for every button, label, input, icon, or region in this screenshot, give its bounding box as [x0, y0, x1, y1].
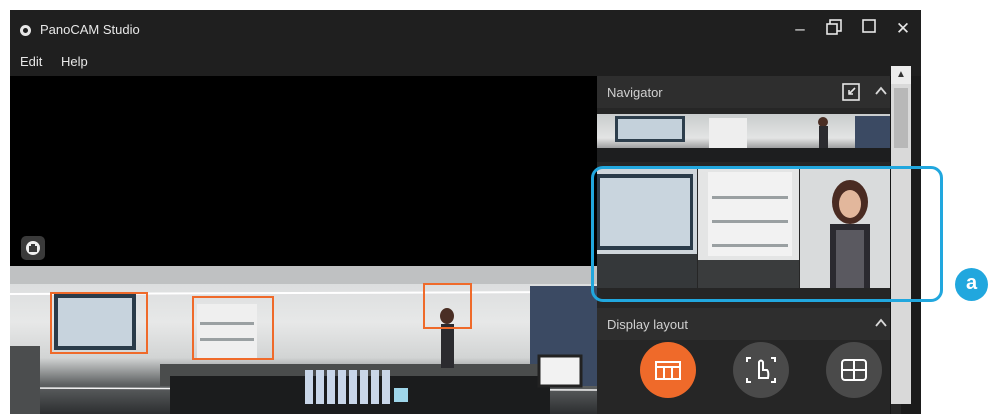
display-layout-title: Display layout [607, 317, 688, 332]
camera-view-button[interactable] [21, 236, 45, 260]
chevron-up-icon[interactable] [873, 83, 889, 102]
navigator-highlight-frame [591, 166, 943, 302]
restore-window-icon[interactable] [823, 18, 845, 40]
hand-pan-icon [733, 357, 789, 402]
pan-mode-button[interactable] [733, 342, 789, 398]
app-title: PanoCAM Studio [40, 22, 140, 37]
minimize-icon[interactable]: – [789, 18, 811, 40]
panorama-image [10, 266, 597, 414]
grid-layout-icon [640, 361, 696, 402]
chevron-up-icon[interactable] [873, 315, 889, 334]
grid-layout-button[interactable] [640, 342, 696, 398]
menu-help[interactable]: Help [61, 54, 88, 69]
navigator-title: Navigator [607, 85, 663, 100]
close-icon[interactable]: ✕ [892, 18, 914, 40]
navigator-panorama-strip[interactable] [597, 114, 901, 162]
display-layout-header: Display layout [597, 308, 901, 340]
video-viewport[interactable] [10, 76, 597, 414]
scroll-up-icon[interactable]: ▲ [891, 66, 911, 84]
menu-bar [10, 50, 921, 76]
menu-edit[interactable]: Edit [20, 54, 42, 69]
quad-layout-button[interactable] [826, 342, 882, 398]
maximize-icon[interactable] [858, 18, 880, 40]
scroll-thumb[interactable] [894, 88, 908, 148]
navigator-header: Navigator [597, 76, 901, 108]
quad-layout-icon [826, 359, 882, 402]
tracking-frame[interactable] [50, 292, 148, 354]
tracking-frame[interactable] [192, 296, 274, 360]
collapse-view-icon[interactable] [841, 82, 861, 105]
callout-badge: a [955, 268, 988, 301]
title-bar: PanoCAM Studio – ✕ [10, 10, 921, 50]
app-logo-icon [20, 25, 31, 36]
tracking-frame[interactable] [423, 283, 472, 329]
